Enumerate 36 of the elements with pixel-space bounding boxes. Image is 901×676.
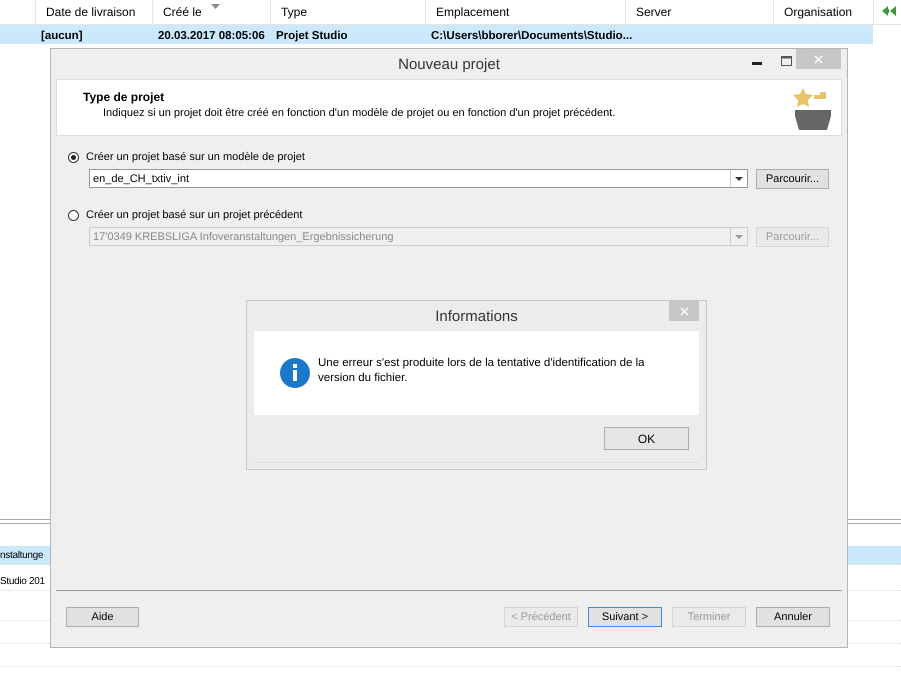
table-row[interactable]: [aucun] 20.03.2017 08:05:06 Projet Studio C:\Users\bborer\Documents\Studio... bbox=[0, 25, 873, 44]
step-title: Type de projet bbox=[83, 90, 166, 104]
wizard-button[interactable]: Suivant > bbox=[588, 607, 662, 627]
table-cell: [aucun] bbox=[41, 30, 83, 42]
dialog-title: Informations bbox=[435, 308, 518, 324]
info-icon bbox=[280, 358, 310, 388]
message-text: Une erreur s'est produite lors de la tentative d'identification de la version du fichier. bbox=[318, 356, 646, 386]
maximize-icon[interactable] bbox=[781, 56, 792, 66]
table-cell: Projet Studio bbox=[276, 30, 348, 42]
table-cell: 20.03.2017 08:05:06 bbox=[158, 30, 265, 42]
arrows-icon[interactable] bbox=[881, 5, 897, 17]
column-header[interactable]: Créé le bbox=[153, 0, 271, 24]
column-header[interactable]: Organisation bbox=[774, 0, 874, 24]
ok-button[interactable]: OK bbox=[604, 427, 689, 450]
list-cell: Studio 201 bbox=[0, 576, 45, 586]
dropdown-icon bbox=[735, 176, 743, 180]
close-button[interactable] bbox=[669, 301, 699, 321]
template-dropdown[interactable]: en_de_CH_txtiv_int bbox=[89, 169, 748, 188]
star-basket-icon bbox=[793, 86, 833, 130]
close-icon bbox=[814, 54, 823, 64]
column-header[interactable]: Emplacement bbox=[426, 0, 626, 24]
help-button[interactable]: Aide bbox=[66, 607, 139, 627]
column-header[interactable]: Server bbox=[626, 0, 774, 24]
radio-option[interactable]: Créer un projet basé sur un modèle de projet bbox=[68, 150, 847, 164]
sort-icon bbox=[211, 4, 220, 9]
dropdown-icon bbox=[735, 234, 743, 238]
step-description: Indiquez si un projet doit être créé en fonction d'un modèle de projet ou en fonction d'un projet précédent. bbox=[103, 107, 616, 119]
browse-button[interactable]: Parcourir... bbox=[756, 169, 829, 189]
minimize-icon[interactable] bbox=[752, 62, 762, 65]
table-cell: C:\Users\bborer\Documents\Studio... bbox=[431, 30, 632, 42]
list-cell: nstaltunge bbox=[0, 550, 44, 560]
wizard-button[interactable]: Annuler bbox=[756, 607, 830, 627]
window-title: Nouveau projet bbox=[398, 56, 500, 72]
column-header[interactable]: Date de livraison bbox=[36, 0, 153, 24]
close-icon bbox=[680, 306, 688, 316]
column-header[interactable]: Type bbox=[271, 0, 426, 24]
